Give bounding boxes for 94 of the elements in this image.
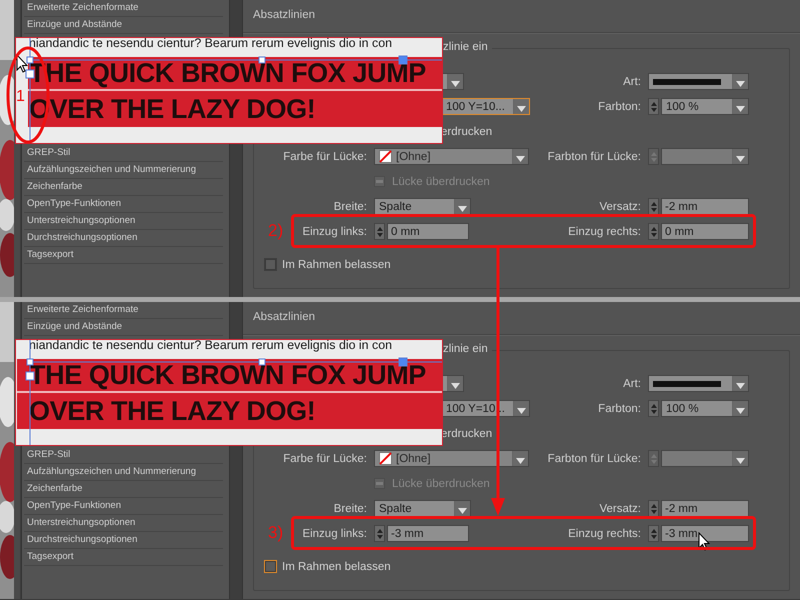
caret-icon — [512, 451, 528, 466]
field-label: Versatz: — [599, 200, 641, 212]
dropdown[interactable]: Spalte — [374, 198, 471, 215]
caret-icon — [447, 74, 463, 89]
caret-icon — [513, 401, 529, 416]
callout-number: 1 — [16, 88, 25, 106]
dropdown[interactable] — [648, 73, 749, 90]
category-item[interactable]: GREP-Stil — [24, 145, 223, 162]
checkbox-label: erdrucken — [441, 428, 492, 440]
sample-headline: OVER THE LAZY DOG! — [28, 94, 316, 124]
spinner-control[interactable] — [648, 223, 659, 240]
callout-number: 2) — [268, 221, 284, 241]
category-item[interactable]: Durchstreichungsoptionen — [24, 532, 223, 549]
caret-icon — [447, 376, 463, 391]
category-item[interactable]: Unterstreichungsoptionen — [24, 515, 223, 532]
field-label: Breite: — [334, 502, 367, 514]
caret-icon — [454, 501, 470, 516]
mouse-cursor-icon — [16, 54, 28, 73]
spinner-control[interactable] — [648, 525, 659, 542]
none-swatch-icon — [379, 150, 392, 163]
field-label: Art: — [623, 76, 641, 88]
category-item[interactable]: Tagsexport — [24, 247, 223, 264]
spinner-control[interactable] — [648, 198, 659, 215]
field-label: Einzug rechts: — [568, 226, 641, 238]
spinner-control[interactable] — [648, 98, 659, 115]
category-item[interactable]: Tagsexport — [24, 549, 223, 566]
field-label: Einzug links: — [302, 226, 367, 238]
category-item[interactable]: Einzüge und Abstände — [24, 319, 223, 336]
caret-icon — [732, 401, 748, 416]
caret-icon — [732, 149, 748, 164]
dropdown[interactable] — [441, 375, 464, 392]
spinner-control[interactable] — [648, 500, 659, 517]
text-field[interactable]: -2 mm — [661, 198, 749, 215]
category-item[interactable]: Durchstreichungsoptionen — [24, 230, 223, 247]
spinner-control[interactable] — [374, 525, 385, 542]
group-legend: zlinie ein — [443, 343, 492, 355]
caret-icon — [454, 199, 470, 214]
dropdown[interactable]: [Ohne] — [374, 450, 529, 467]
dropdown[interactable]: [Ohne] — [374, 148, 529, 165]
caret-icon — [732, 451, 748, 466]
text-field[interactable]: 0 mm — [661, 223, 749, 240]
field-label: Breite: — [334, 200, 367, 212]
none-swatch-icon — [379, 452, 392, 465]
checkbox-label: erdrucken — [441, 126, 492, 138]
category-item[interactable]: Erweiterte Zeichenformate — [24, 0, 223, 17]
category-item[interactable]: Einzüge und Abstände — [24, 17, 223, 34]
dropdown[interactable]: Spalte — [374, 500, 471, 517]
field-label: Farbton für Lücke: — [548, 452, 641, 464]
spinner-control[interactable] — [374, 223, 385, 240]
dropdown[interactable]: 100 Y=10... — [441, 98, 530, 115]
field-label: Einzug rechts: — [568, 528, 641, 540]
field-label: Einzug links: — [302, 528, 367, 540]
caret-icon — [732, 376, 748, 391]
checkbox-label: Im Rahmen belassen — [282, 560, 391, 572]
category-item[interactable]: Unterstreichungsoptionen — [24, 213, 223, 230]
category-item[interactable]: Zeichenfarbe — [24, 481, 223, 498]
group-legend: zlinie ein — [443, 41, 492, 53]
field-label: Farbton für Lücke: — [548, 150, 641, 162]
field-label: Farbe für Lücke: — [283, 452, 367, 464]
dropdown[interactable] — [441, 73, 464, 90]
dropdown[interactable] — [648, 375, 749, 392]
callout-number: 3) — [268, 523, 284, 543]
field-label: Farbton: — [598, 402, 641, 414]
field-label: Farbton: — [598, 100, 641, 112]
section-title: Absatzlinien — [253, 310, 316, 325]
checkbox-label: Im Rahmen belassen — [282, 258, 391, 270]
field-label: Art: — [623, 378, 641, 390]
dropdown[interactable]: 100 % — [661, 98, 749, 115]
sample-text: niandandic te nesendu cientur? Bearum rerum evelignis dio in con — [28, 340, 393, 351]
field-label: Versatz: — [599, 502, 641, 514]
caret-icon — [732, 74, 748, 89]
sample-text: niandandic te nesendu cientur? Bearum rerum evelignis dio in con — [28, 38, 393, 49]
text-field[interactable]: 0 mm — [387, 223, 469, 240]
category-item[interactable]: Aufzählungszeichen und Nummerierung — [24, 464, 223, 481]
caret-icon — [513, 99, 529, 114]
category-item[interactable]: OpenType-Funktionen — [24, 196, 223, 213]
sample-headline: OVER THE LAZY DOG! — [28, 396, 316, 426]
text-field[interactable]: -3 mm — [387, 525, 469, 542]
mouse-cursor-icon — [698, 532, 710, 551]
dropdown[interactable]: 100 % — [661, 400, 749, 417]
caret-icon — [512, 149, 528, 164]
field-label: Farbe für Lücke: — [283, 150, 367, 162]
section-title: Absatzlinien — [253, 8, 316, 23]
text-field[interactable]: -3 mm — [661, 525, 749, 542]
spinner-control[interactable] — [648, 400, 659, 417]
category-item[interactable]: OpenType-Funktionen — [24, 498, 223, 515]
text-field[interactable]: -2 mm — [661, 500, 749, 517]
category-item[interactable]: GREP-Stil — [24, 447, 223, 464]
category-item[interactable]: Aufzählungszeichen und Nummerierung — [24, 162, 223, 179]
category-item[interactable]: Zeichenfarbe — [24, 179, 223, 196]
line-style-icon — [653, 380, 721, 386]
caret-icon — [732, 99, 748, 114]
category-item[interactable]: Erweiterte Zeichenformate — [24, 302, 223, 319]
line-style-icon — [653, 78, 721, 84]
